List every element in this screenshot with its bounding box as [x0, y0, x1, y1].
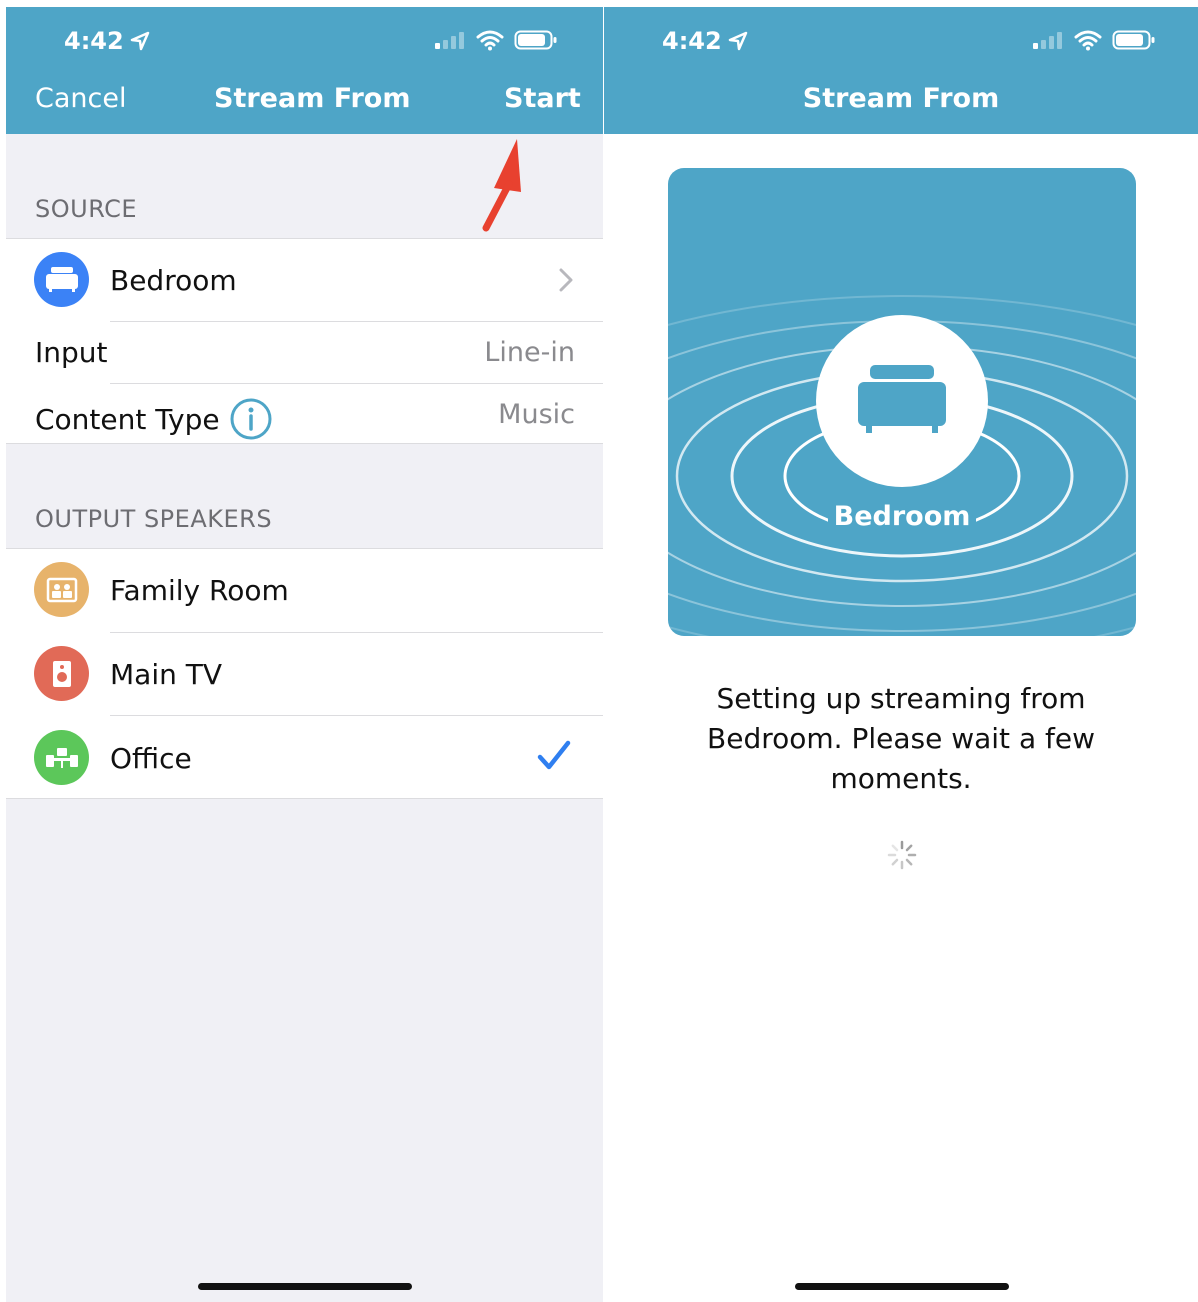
- content-type-label-group: Content Type: [35, 398, 272, 440]
- speaker-row-office[interactable]: Office: [6, 716, 603, 798]
- speaker-row-main-tv[interactable]: Main TV: [6, 633, 603, 715]
- input-row[interactable]: Input Line-in: [6, 322, 603, 382]
- office-icon: [34, 730, 89, 785]
- speaker-name-label: Bedroom: [833, 501, 971, 532]
- location-arrow-icon: [728, 31, 747, 51]
- navigation-bar: 4:42 Stream From: [604, 7, 1198, 134]
- streaming-illustration: Bedroom: [668, 168, 1136, 636]
- status-message-line3: moments.: [830, 762, 972, 795]
- status-message-line2: Bedroom. Please wait a few: [707, 722, 1095, 755]
- family-room-icon: [34, 562, 89, 617]
- speaker-label: Family Room: [110, 574, 289, 607]
- cellular-signal-icon: [1033, 32, 1062, 49]
- content-type-value: Music: [498, 399, 575, 430]
- checkmark-icon: [537, 740, 571, 770]
- home-indicator[interactable]: [198, 1283, 412, 1290]
- source-speaker-row[interactable]: Bedroom: [6, 238, 603, 321]
- speaker-circle: [816, 315, 988, 487]
- battery-icon: [514, 30, 557, 50]
- nav-title: Stream From: [802, 83, 1000, 114]
- tv-speaker-icon: [34, 646, 89, 701]
- bedroom-speaker-icon: [34, 252, 89, 307]
- cancel-button[interactable]: Cancel: [35, 83, 126, 114]
- location-arrow-icon: [130, 31, 149, 51]
- nav-title: Stream From: [214, 83, 411, 114]
- start-button[interactable]: Start: [504, 83, 581, 114]
- output-speakers-group: Family Room Main TV Office: [6, 548, 603, 799]
- cellular-signal-icon: [435, 32, 464, 49]
- loading-spinner-icon: [887, 840, 917, 870]
- status-icons: [434, 29, 558, 51]
- home-indicator[interactable]: [795, 1283, 1009, 1290]
- content-type-label: Content Type: [35, 402, 220, 436]
- battery-icon: [1112, 30, 1155, 50]
- wifi-icon: [476, 30, 504, 51]
- source-speaker-label: Bedroom: [110, 264, 237, 297]
- speaker-label: Main TV: [110, 658, 222, 691]
- speaker-row-family-room[interactable]: Family Room: [6, 548, 603, 632]
- input-value: Line-in: [484, 337, 575, 368]
- chevron-right-icon: [559, 268, 573, 292]
- status-time: 4:42: [64, 27, 150, 55]
- wifi-icon: [1074, 30, 1102, 51]
- speaker-label: Office: [110, 742, 192, 775]
- content-type-row[interactable]: Content Type Music: [6, 384, 603, 444]
- streaming-progress-screen: 4:42 Stream From Bedroom Setting up stre…: [604, 7, 1198, 1302]
- input-label: Input: [35, 336, 108, 369]
- separator: [6, 798, 603, 799]
- navigation-bar: 4:42 Cancel Stream From Start: [6, 7, 603, 134]
- source-group: Bedroom Input Line-in Content Type Music: [6, 238, 603, 444]
- source-section-header: SOURCE: [35, 195, 138, 223]
- annotation-arrow: [482, 139, 521, 232]
- separator: [6, 443, 603, 444]
- status-message-line1: Setting up streaming from: [716, 682, 1086, 715]
- bedroom-speaker-icon: [858, 365, 946, 433]
- status-icons: [1032, 29, 1156, 51]
- info-icon[interactable]: [230, 398, 272, 440]
- status-time: 4:42: [662, 27, 748, 55]
- output-speakers-header: OUTPUT SPEAKERS: [35, 505, 273, 533]
- stream-from-setup-screen: 4:42 Cancel Stream From Start SOURCE Bed…: [6, 7, 603, 1302]
